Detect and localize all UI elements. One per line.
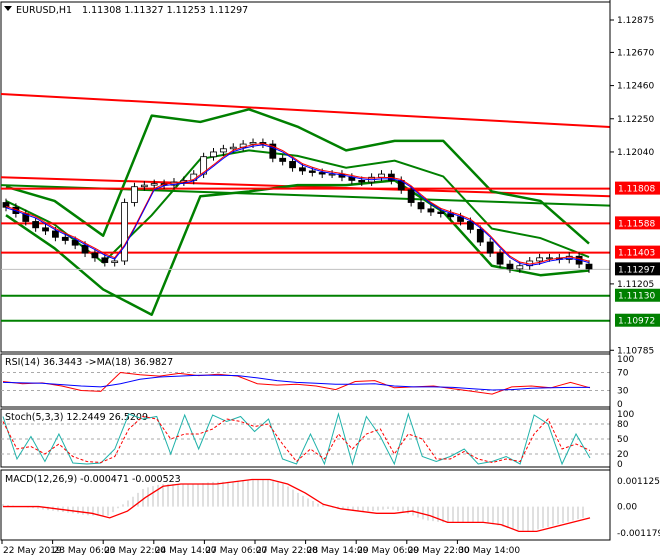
candle	[219, 148, 227, 153]
y-tick-label: 100	[617, 355, 634, 365]
trend-line	[0, 92, 611, 128]
candle	[536, 257, 543, 262]
bollinger-middle	[5, 149, 590, 264]
candle	[318, 172, 326, 175]
candle	[308, 170, 316, 173]
candle	[121, 202, 128, 262]
candle	[407, 189, 415, 203]
chart-canvas[interactable]: EURUSD,H1 1.11308 1.11327 1.11253 1.1129…	[0, 0, 660, 560]
candle	[150, 183, 158, 186]
candle	[506, 263, 514, 270]
collapse-triangle-icon[interactable]	[4, 6, 12, 11]
candle	[585, 263, 593, 270]
trading-chart-window: EURUSD,H1 1.11308 1.11327 1.11253 1.1129…	[0, 0, 660, 560]
level-label: 1.11808	[618, 185, 655, 195]
candle	[328, 173, 336, 176]
x-tick-label: 30 May 14:00	[458, 546, 520, 556]
y-tick-label: 70	[617, 369, 629, 379]
candle	[378, 173, 385, 178]
candle	[42, 227, 49, 232]
candle	[546, 257, 553, 260]
y-tick-label: 1.12460	[617, 82, 654, 92]
candle	[516, 265, 524, 270]
level-label: 1.11130	[618, 292, 655, 302]
candle	[32, 221, 40, 229]
level-label: 1.11588	[618, 219, 655, 229]
y-tick-label: 80	[617, 420, 629, 430]
candle	[437, 211, 445, 214]
level-label: 1.11297	[618, 265, 655, 275]
stoch-title: Stoch(5,3,3) 12.2449 26.5209	[5, 412, 148, 423]
y-tick-label: 50	[617, 435, 629, 445]
candle	[81, 244, 89, 254]
candle	[279, 157, 287, 162]
candle	[52, 230, 59, 238]
y-tick-label: -0.001179	[617, 529, 660, 539]
y-tick-label: 0.001125	[617, 477, 660, 487]
y-tick-label: 20	[617, 450, 629, 460]
candle	[476, 228, 484, 243]
candle	[200, 156, 208, 175]
candle	[249, 142, 257, 145]
macd-title: MACD(12,26,9) -0.000471 -0.000523	[5, 474, 181, 485]
rsi-title: RSI(14) 36.3443 ->MA(18) 36.9827	[5, 357, 173, 368]
candle	[210, 151, 217, 158]
candle	[358, 179, 366, 183]
candle	[229, 146, 237, 150]
y-tick-label: 30	[617, 387, 629, 397]
candle	[71, 240, 79, 246]
y-tick-label: 1.11205	[617, 280, 654, 290]
y-tick-label: 1.12670	[617, 48, 654, 58]
level-label: 1.10972	[618, 317, 655, 327]
symbol-label: EURUSD,H1	[16, 5, 72, 16]
candle	[299, 167, 306, 172]
y-tick-label: 1.12875	[617, 16, 654, 26]
candle	[289, 161, 296, 169]
macd-signal-line	[3, 478, 591, 533]
slow-ma-red	[0, 176, 611, 198]
level-label: 1.11403	[618, 249, 655, 259]
rsi-series-ma	[2, 374, 590, 391]
candle	[91, 252, 99, 259]
y-tick-label: 0	[617, 400, 623, 410]
candle	[496, 252, 504, 265]
y-tick-label: 100	[617, 410, 634, 420]
candle	[417, 202, 425, 210]
y-tick-label: 0	[617, 460, 623, 470]
pane-frame-0	[0, 1, 611, 353]
candle	[140, 184, 148, 188]
y-tick-label: 1.12040	[617, 148, 654, 158]
y-tick-label: 0.00	[617, 503, 637, 513]
candle	[61, 236, 69, 241]
candle	[131, 186, 138, 203]
y-tick-label: 1.12250	[617, 115, 654, 125]
ohlc-readout: 1.11308 1.11327 1.11253 1.11297	[82, 5, 248, 16]
candle	[486, 241, 494, 254]
candle	[111, 260, 119, 263]
candle	[427, 208, 435, 213]
candle	[101, 257, 109, 263]
